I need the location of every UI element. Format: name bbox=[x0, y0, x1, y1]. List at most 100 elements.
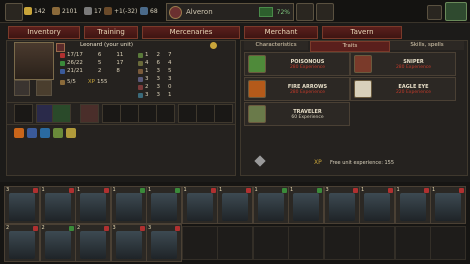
fire-arrow-ability-icon[interactable] bbox=[14, 128, 24, 138]
empty-army-slot[interactable] bbox=[181, 226, 218, 260]
unit-portrait bbox=[399, 193, 426, 221]
unit-card[interactable]: 1 bbox=[181, 186, 218, 224]
scroll-slot[interactable] bbox=[36, 80, 52, 96]
unit-level: 2 bbox=[6, 225, 10, 231]
menu-icon[interactable] bbox=[5, 3, 23, 21]
tab-tavern[interactable]: Tavern bbox=[322, 26, 402, 39]
unit-status-icon bbox=[246, 188, 251, 193]
trait-traveler[interactable]: TRAVELER 60 Experience bbox=[244, 102, 350, 126]
subtab-traits[interactable]: Traits bbox=[310, 41, 390, 52]
unit-card[interactable]: 1 bbox=[394, 186, 431, 224]
empty-army-slot[interactable] bbox=[394, 226, 431, 260]
water-ability-icon[interactable] bbox=[40, 128, 50, 138]
empty-army-slot[interactable] bbox=[288, 226, 324, 260]
unit-portrait bbox=[435, 193, 461, 221]
strike-ability-icon[interactable] bbox=[66, 128, 76, 138]
unit-level: 1 bbox=[112, 187, 116, 193]
tab-training[interactable]: Training bbox=[84, 26, 138, 39]
unit-status-icon bbox=[68, 226, 74, 231]
fire-arrow-icon bbox=[248, 80, 266, 98]
frost-ability-icon[interactable] bbox=[27, 128, 37, 138]
unit-status-icon bbox=[139, 188, 145, 193]
xp-value: 155 bbox=[96, 79, 108, 85]
menu-button[interactable] bbox=[445, 2, 467, 21]
item-slot[interactable] bbox=[120, 104, 139, 123]
unit-card[interactable]: 3 bbox=[323, 186, 360, 224]
unit-portrait bbox=[328, 193, 355, 221]
subtab-characteristics[interactable]: Characteristics bbox=[244, 41, 308, 50]
item-slot[interactable] bbox=[80, 104, 99, 123]
income-icon bbox=[104, 7, 112, 15]
trait-poisonous[interactable]: POISONOUS 280 Experience bbox=[244, 52, 350, 76]
unit-portrait bbox=[364, 193, 390, 221]
unit-card[interactable]: 1 bbox=[75, 186, 111, 224]
empty-army-slot[interactable] bbox=[217, 226, 253, 260]
item-slot[interactable] bbox=[156, 104, 175, 123]
unit-portrait bbox=[44, 193, 71, 221]
tab-mercenaries[interactable]: Mercenaries bbox=[142, 26, 240, 39]
unit-card[interactable]: 1 bbox=[252, 186, 289, 224]
unit-level: 3 bbox=[325, 187, 329, 193]
unit-status-icon bbox=[352, 188, 358, 193]
unit-card[interactable]: 1 bbox=[110, 186, 147, 224]
stat-row: 17/17 6 11 bbox=[60, 51, 130, 59]
unit-card[interactable]: 3 bbox=[146, 224, 182, 262]
subtab-skills[interactable]: Skills, spells bbox=[390, 41, 464, 50]
unit-portrait bbox=[151, 193, 177, 221]
unit-card[interactable]: 3 bbox=[110, 224, 147, 262]
equipment-slot[interactable] bbox=[14, 104, 33, 123]
unit-card[interactable]: 1 bbox=[288, 186, 324, 224]
defense-icon bbox=[109, 69, 114, 74]
hero-percent: 72% bbox=[276, 8, 290, 16]
empty-army-slot[interactable] bbox=[252, 226, 289, 260]
defense-icon bbox=[109, 53, 114, 58]
tab-inventory[interactable]: Inventory bbox=[8, 26, 80, 39]
unit-card[interactable]: 1 bbox=[217, 186, 253, 224]
potion-slot[interactable] bbox=[52, 104, 71, 123]
poison-icon bbox=[248, 55, 266, 73]
unit-card[interactable]: 2 bbox=[4, 224, 40, 262]
unit-status-icon bbox=[104, 188, 109, 193]
empty-army-slot[interactable] bbox=[430, 226, 466, 260]
unit-card[interactable]: 2 bbox=[75, 224, 111, 262]
unit-portrait bbox=[80, 193, 106, 221]
unit-card[interactable]: 1 bbox=[39, 186, 76, 224]
weapon-slot[interactable] bbox=[14, 80, 30, 96]
hero-bar[interactable]: Alveron 72% bbox=[166, 3, 294, 21]
unit-level: 3 bbox=[148, 225, 152, 231]
resist-icon bbox=[138, 92, 143, 98]
item-slot[interactable] bbox=[102, 104, 121, 123]
unit-portrait bbox=[293, 193, 319, 221]
lock-icon[interactable] bbox=[427, 5, 442, 20]
defense-icon bbox=[109, 61, 114, 66]
info-icon[interactable] bbox=[210, 42, 217, 49]
unit-status-icon bbox=[210, 188, 216, 193]
trait-sniper[interactable]: SNIPER 280 Experience bbox=[350, 52, 456, 76]
unit-card[interactable]: 1 bbox=[359, 186, 395, 224]
item-slot[interactable] bbox=[196, 104, 215, 123]
unit-portrait bbox=[186, 193, 213, 221]
poison-ability-icon[interactable] bbox=[53, 128, 63, 138]
attack-icon bbox=[91, 69, 96, 74]
sniper-icon bbox=[354, 55, 372, 73]
item-slot[interactable] bbox=[214, 104, 233, 123]
resist-icon bbox=[138, 84, 143, 90]
resist-icon bbox=[138, 52, 143, 58]
unit-level: 1 bbox=[41, 187, 45, 193]
unit-level: 1 bbox=[77, 187, 81, 193]
item-slot[interactable] bbox=[138, 104, 157, 123]
unit-card[interactable]: 1 bbox=[430, 186, 466, 224]
unit-card[interactable]: 1 bbox=[146, 186, 182, 224]
hp-icon bbox=[258, 7, 273, 17]
unit-level: 1 bbox=[183, 187, 187, 193]
trait-fire-arrows[interactable]: FIRE ARROWS 280 Experience bbox=[244, 77, 350, 101]
settings-icon[interactable] bbox=[296, 3, 314, 21]
item-slot[interactable] bbox=[178, 104, 197, 123]
unit-card[interactable]: 3 bbox=[4, 186, 40, 224]
empty-army-slot[interactable] bbox=[359, 226, 395, 260]
empty-army-slot[interactable] bbox=[323, 226, 360, 260]
unit-card[interactable]: 2 bbox=[39, 224, 76, 262]
trait-eagle-eye[interactable]: EAGLE EYE 220 Experience bbox=[350, 77, 456, 101]
shield-icon[interactable] bbox=[316, 3, 334, 21]
tab-merchant[interactable]: Merchant bbox=[244, 26, 318, 39]
